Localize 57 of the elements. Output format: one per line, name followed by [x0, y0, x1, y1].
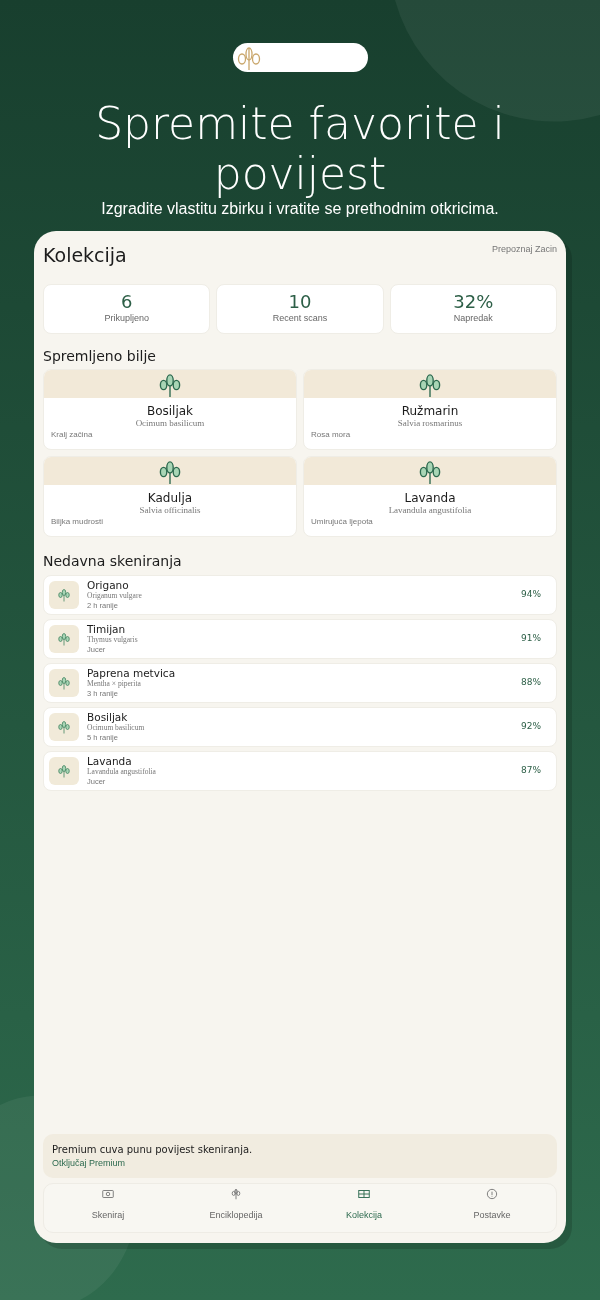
plant-note: Kralj začina: [50, 428, 94, 441]
screen-title: Kolekcija: [43, 243, 127, 268]
stat-value: 10: [288, 291, 312, 312]
plant-icon: [58, 718, 70, 735]
latin-name: Ocimum basilicum: [134, 417, 206, 429]
latin-name: Salvia rosmarinus: [396, 417, 464, 429]
scan-name: Origano: [87, 578, 130, 591]
match-score: 94%: [521, 587, 541, 601]
premium-link[interactable]: Otključaj Premium: [52, 1156, 125, 1170]
latin-name: Salvia officinalis: [138, 504, 202, 516]
plant-icon: [159, 371, 181, 398]
hero-subtitle: Izgradite vlastitu zbirku i vratite se prethodnim otkricima.: [101, 199, 499, 219]
stat-label: Napredak: [453, 311, 493, 325]
plant-card[interactable]: Kadulja Salvia officinalis Biljka mudrosti: [43, 455, 297, 537]
plant-icon: [58, 762, 70, 779]
plant-icon: [58, 630, 70, 647]
scan-name: Timijan: [87, 622, 127, 635]
plant-card[interactable]: Lavanda Lavandula angustifolia Umirujuća ljepota: [303, 455, 557, 537]
plant-icon: [159, 458, 181, 485]
plant-name: Lavanda: [403, 490, 457, 505]
info-icon: [485, 1187, 499, 1201]
scan-name: Bosiljak: [87, 710, 129, 723]
scan-name: Lavanda: [87, 754, 133, 767]
grid-icon: [357, 1187, 371, 1201]
identify-link[interactable]: Prepoznaj Zacin: [491, 241, 557, 257]
plant-note: Rosa mora: [310, 428, 352, 441]
tab[interactable]: Skeniraj: [44, 1184, 172, 1232]
plant-note: Biljka mudrosti: [50, 515, 104, 528]
plant-name: Ružmarin: [400, 403, 460, 418]
tab[interactable]: Kolekcija: [300, 1184, 428, 1232]
plant-icon: [58, 674, 70, 691]
premium-text: Premium cuva punu povijest skeniranja.: [52, 1142, 253, 1157]
plant-icon: [229, 1187, 243, 1201]
stat-label: Recent scans: [272, 311, 328, 325]
section-heading: Spremljeno bilje: [43, 346, 157, 366]
latin-name: Lavandula angustifolia: [387, 504, 473, 516]
plant-name: Bosiljak: [145, 403, 195, 418]
scan-name: Paprena metvica: [87, 666, 177, 679]
plant-card[interactable]: Ružmarin Salvia rosmarinus Rosa mora: [303, 368, 557, 450]
tab[interactable]: Enciklopedija: [172, 1184, 300, 1232]
stat-label: Prikupljeno: [104, 311, 149, 325]
plant-icon: [419, 458, 441, 485]
plant-icon: [58, 586, 70, 603]
stat-value: 32%: [453, 291, 494, 312]
match-score: 92%: [521, 719, 541, 733]
section-heading: Nedavna skeniranja: [43, 551, 183, 571]
tab[interactable]: Postavke: [428, 1184, 556, 1232]
match-score: 91%: [521, 631, 541, 645]
match-score: 87%: [521, 763, 541, 777]
match-score: 88%: [521, 675, 541, 689]
plant-card[interactable]: Bosiljak Ocimum basilicum Kralj začina: [43, 368, 297, 450]
camera-icon: [101, 1187, 115, 1201]
plant-note: Umirujuća ljepota: [310, 515, 374, 528]
plant-icon: [419, 371, 441, 398]
stat-value: 6: [120, 291, 133, 312]
plant-name: Kadulja: [146, 490, 194, 505]
hero-title: Spremite favorite i povijest: [94, 99, 506, 199]
